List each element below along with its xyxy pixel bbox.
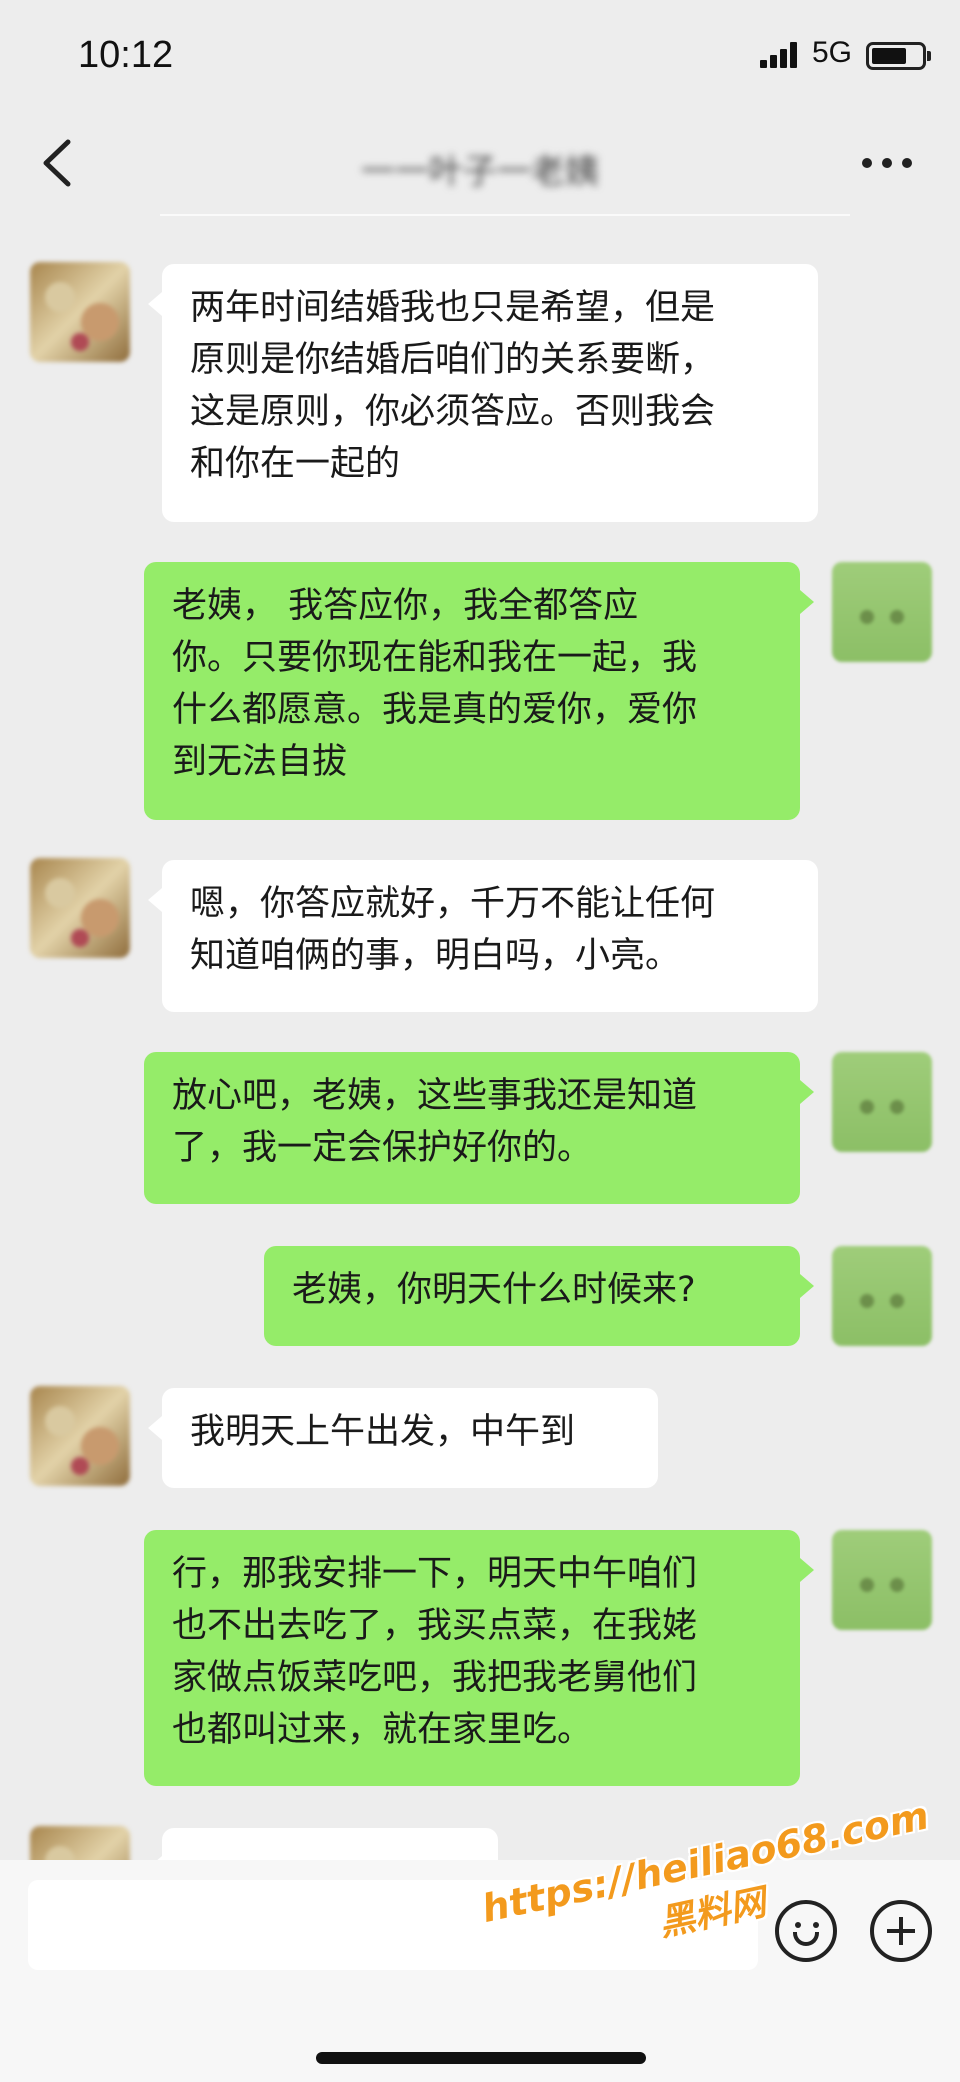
message-bubble[interactable]: 老姨，你明天什么时候来? bbox=[264, 1246, 814, 1346]
contact-avatar[interactable] bbox=[30, 1386, 130, 1486]
back-arrow-icon[interactable] bbox=[38, 138, 78, 188]
previous-message-edge bbox=[160, 214, 850, 216]
self-avatar[interactable] bbox=[832, 1246, 932, 1346]
message-bubble[interactable]: 嗯，你答应就好，千万不能让任何 知道咱俩的事，明白吗，小亮。 bbox=[148, 860, 818, 1012]
contact-avatar[interactable] bbox=[30, 858, 130, 958]
more-dots-icon[interactable] bbox=[862, 158, 912, 170]
chat-header: 一一叶子一老姨 bbox=[0, 110, 960, 218]
chat-title: 一一叶子一老姨 bbox=[361, 152, 599, 192]
message-bubble[interactable]: 放心吧，老姨，这些事我还是知道 了，我一定会保护好你的。 bbox=[144, 1052, 814, 1204]
message-bubble[interactable]: 我明天上午出发，中午到 bbox=[148, 1388, 658, 1488]
signal-icon bbox=[760, 42, 802, 68]
contact-avatar[interactable] bbox=[30, 262, 130, 362]
self-avatar[interactable] bbox=[832, 1052, 932, 1152]
self-avatar[interactable] bbox=[832, 562, 932, 662]
home-indicator[interactable] bbox=[316, 2052, 646, 2064]
status-bar: 10:12 5G bbox=[0, 0, 960, 110]
network-type: 5G bbox=[812, 36, 853, 69]
message-bubble[interactable]: 两年时间结婚我也只是希望，但是 原则是你结婚后咱们的关系要断， 这是原则，你必须… bbox=[148, 264, 818, 522]
message-bubble[interactable]: 行，那我安排一下，明天中午咱们 也不出去吃了，我买点菜，在我姥 家做点饭菜吃吧，… bbox=[144, 1530, 814, 1786]
battery-icon bbox=[866, 42, 931, 70]
self-avatar[interactable] bbox=[832, 1530, 932, 1630]
message-bubble[interactable]: 老姨， 我答应你，我全都答应 你。只要你现在能和我在一起，我 什么都愿意。我是真… bbox=[144, 562, 814, 820]
status-time: 10:12 bbox=[78, 34, 174, 76]
